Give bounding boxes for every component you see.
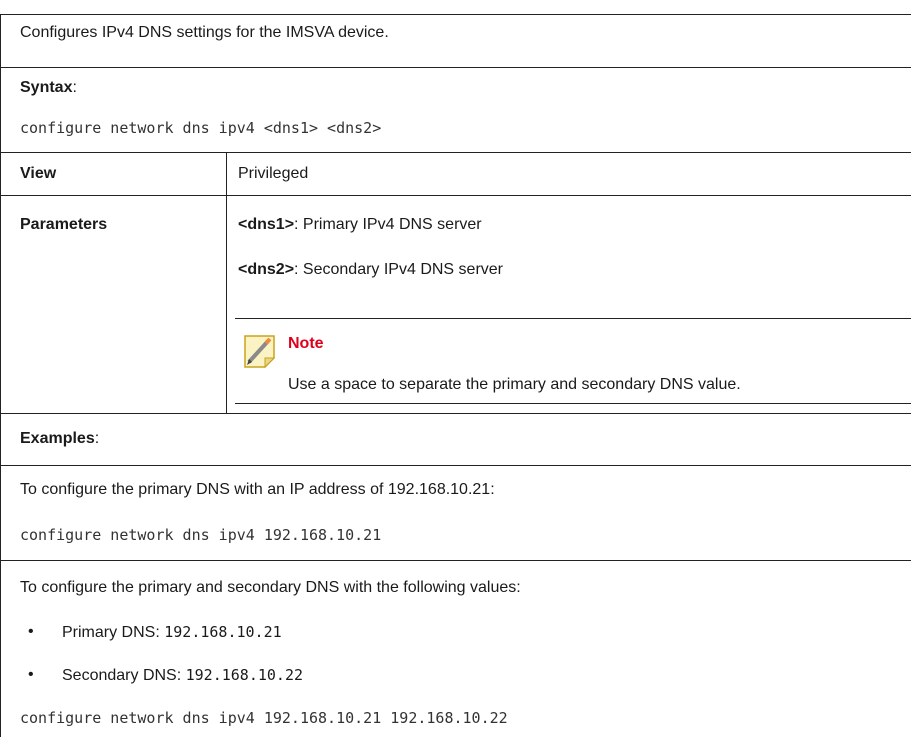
syntax-colon: : [72,79,77,96]
row-divider [0,67,911,68]
note-rule-bottom [235,403,911,404]
note-text: Use a space to separate the primary and … [288,376,741,393]
syntax-label: Syntax [20,79,73,96]
bullet-value: 192.168.10.21 [164,623,282,641]
command-description: Configures IPv4 DNS settings for the IMS… [20,24,389,41]
note-rule-top [235,318,911,319]
example-1-text: To configure the primary DNS with an IP … [20,481,495,498]
table-border-left [0,14,1,737]
row-divider [0,152,911,153]
syntax-command: configure network dns ipv4 <dns1> <dns2> [20,119,382,137]
bullet-value: 192.168.10.22 [185,666,304,684]
bullet-primary-dns: Primary DNS: 192.168.10.21 [62,622,282,643]
view-value: Privileged [238,165,309,182]
parameter-name: <dns2> [238,261,295,278]
note-title: Note [288,335,324,352]
bullet-dot: • [28,623,34,640]
row-divider [0,195,911,196]
example-2-command: configure network dns ipv4 192.168.10.21… [20,709,508,727]
table-border-top [0,14,911,15]
command-reference-table: Configures IPv4 DNS settings for the IMS… [0,0,911,737]
parameter-dns2: <dns2>: Secondary IPv4 DNS server [238,260,503,280]
row-divider [0,465,911,466]
row-divider [0,560,911,561]
examples-heading: Examples: [20,429,99,449]
parameter-dns1: <dns1>: Primary IPv4 DNS server [238,215,482,235]
syntax-heading: Syntax: [20,78,77,98]
examples-colon: : [94,430,100,447]
bullet-secondary-dns: Secondary DNS: 192.168.10.22 [62,665,303,686]
parameter-desc: : Secondary IPv4 DNS server [294,261,503,278]
row-divider [0,413,911,414]
bullet-label: Secondary DNS: [62,667,186,684]
note-pencil-icon [244,335,276,369]
column-divider [226,152,227,413]
example-1-command: configure network dns ipv4 192.168.10.21 [20,526,382,544]
bullet-dot: • [28,666,34,683]
example-2-text: To configure the primary and secondary D… [20,579,521,596]
bullet-label: Primary DNS: [62,624,165,641]
parameters-label: Parameters [20,216,108,233]
examples-label: Examples [20,430,95,447]
view-label: View [20,165,57,182]
parameter-desc: : Primary IPv4 DNS server [294,216,482,233]
parameter-name: <dns1> [238,216,295,233]
